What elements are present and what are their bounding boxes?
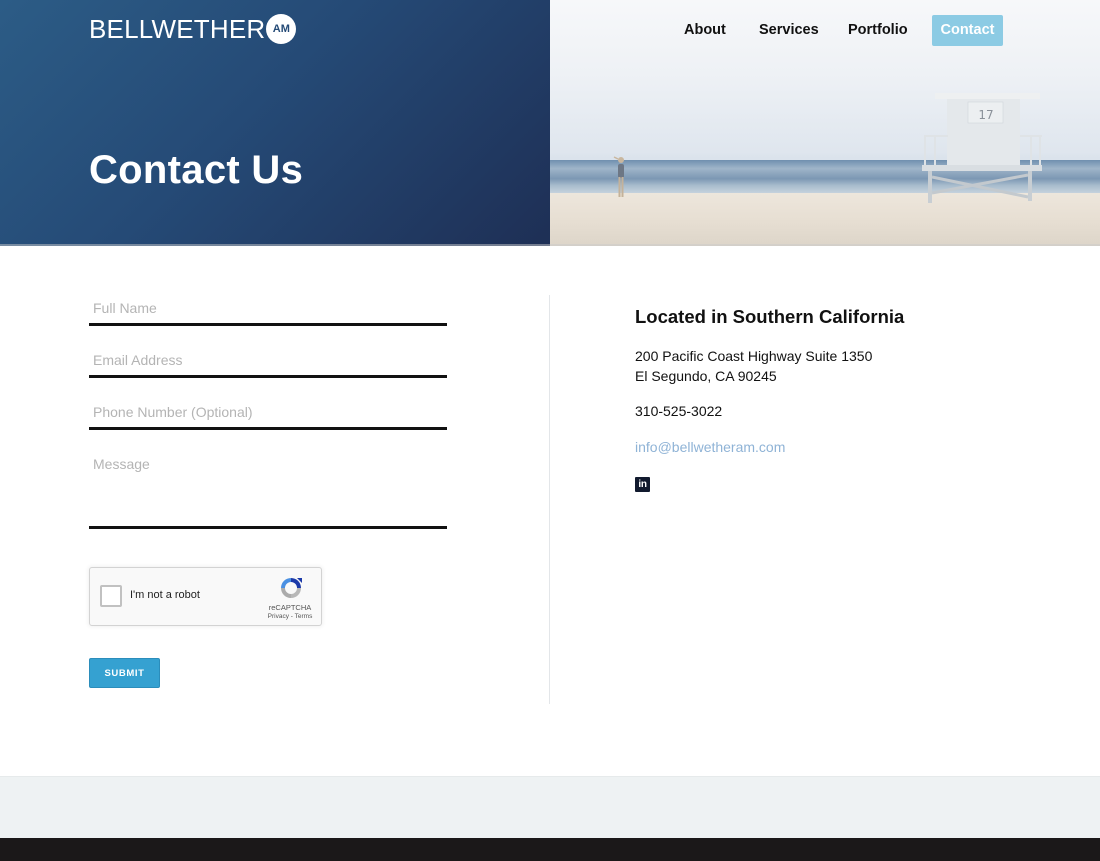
recaptcha-label: I'm not a robot (130, 589, 200, 601)
nav-portfolio[interactable]: Portfolio (848, 15, 908, 46)
email-link[interactable]: info@bellwetheram.com (635, 437, 785, 457)
phone-field (89, 404, 447, 430)
full-name-field (89, 300, 447, 326)
main-nav: About Services Portfolio Contact (0, 15, 1100, 46)
address-line-2: El Segundo, CA 90245 (635, 368, 777, 384)
hero-header: 17 BELLWETHER AM About Services Portfoli… (0, 0, 1100, 246)
recaptcha-brand: reCAPTCHA (268, 603, 312, 612)
recaptcha-widget: I'm not a robot reCAPTCHA Privacy - Term… (89, 567, 322, 626)
tower-number: 17 (978, 108, 993, 122)
phone-input[interactable] (89, 404, 447, 420)
hero-divider (0, 244, 1100, 246)
message-field (89, 456, 447, 529)
recaptcha-checkbox[interactable] (100, 585, 122, 607)
nav-services[interactable]: Services (759, 15, 819, 46)
email-field (89, 352, 447, 378)
message-textarea[interactable] (89, 456, 447, 524)
nav-contact[interactable]: Contact (932, 15, 1003, 46)
submit-button[interactable]: SUBMIT (89, 658, 160, 688)
nav-about[interactable]: About (684, 15, 726, 46)
column-divider (549, 295, 550, 704)
person-figure (613, 156, 624, 197)
footer-light-band (0, 776, 1100, 838)
full-name-input[interactable] (89, 300, 447, 316)
phone-number: 310-525-3022 (635, 403, 723, 419)
footer-dark-band (0, 838, 1100, 861)
address: 200 Pacific Coast Highway Suite 1350 El … (635, 346, 872, 386)
linkedin-icon[interactable]: in (635, 477, 650, 492)
recaptcha-icon (281, 578, 302, 598)
recaptcha-privacy-terms[interactable]: Privacy - Terms (260, 613, 320, 620)
lifeguard-tower: 17 (922, 93, 1042, 203)
page-title: Contact Us (89, 148, 304, 192)
email-input[interactable] (89, 352, 447, 368)
location-heading: Located in Southern California (635, 306, 905, 327)
address-line-1: 200 Pacific Coast Highway Suite 1350 (635, 348, 873, 364)
